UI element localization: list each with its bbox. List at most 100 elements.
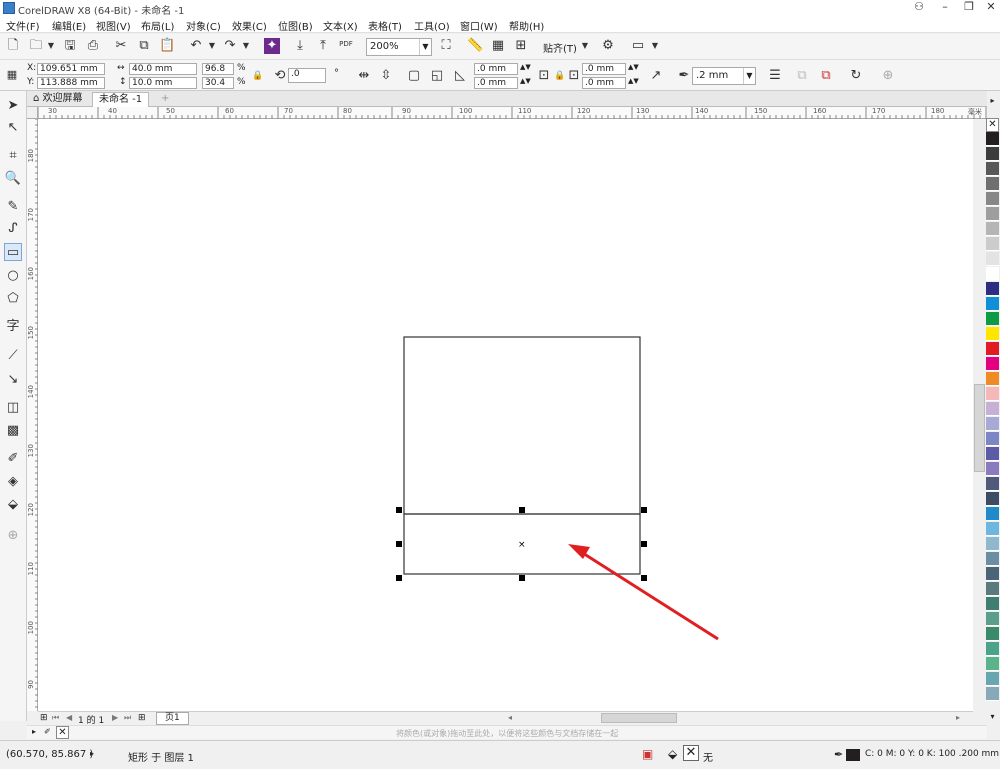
next-page-icon[interactable]: ▶ — [112, 713, 118, 722]
no-color-swatch[interactable]: ✕ — [986, 118, 999, 132]
save-icon[interactable]: 🖫 — [62, 38, 78, 54]
minimize-button[interactable]: – — [934, 0, 956, 14]
menu-object[interactable]: 对象(C) — [186, 18, 221, 33]
transparency-tool-icon[interactable]: ▩ — [4, 422, 22, 440]
mirror-horizontal-icon[interactable]: ⇹ — [356, 68, 372, 84]
color-swatch[interactable] — [986, 342, 999, 356]
corner-radius-top-right[interactable]: .0 mm — [582, 63, 626, 75]
color-swatch[interactable] — [986, 432, 999, 446]
selection-handle[interactable] — [519, 575, 525, 581]
paste-icon[interactable]: 📋 — [159, 38, 175, 54]
drawing-canvas[interactable]: × — [38, 119, 976, 711]
to-front-icon[interactable]: ⧉ — [794, 68, 810, 84]
selection-handle[interactable] — [641, 507, 647, 513]
menu-effects[interactable]: 效果(C) — [232, 18, 267, 33]
zoom-tool-icon[interactable]: 🔍 — [4, 170, 22, 188]
vertical-scroll-thumb[interactable] — [974, 384, 985, 472]
color-swatch[interactable] — [986, 552, 999, 566]
mirror-vertical-icon[interactable]: ⇳ — [378, 68, 394, 84]
selection-handle[interactable] — [641, 541, 647, 547]
chamfered-corner-icon[interactable]: ◺ — [452, 68, 468, 84]
selection-handle[interactable] — [519, 507, 525, 513]
spinner-icon[interactable]: ▲▼ — [520, 77, 531, 85]
add-icon[interactable]: ⊕ — [880, 68, 896, 84]
snap-to-menu[interactable]: 贴齐(T) — [543, 40, 577, 55]
menu-file[interactable]: 文件(F) — [6, 18, 40, 33]
scalloped-corner-icon[interactable]: ◱ — [429, 68, 445, 84]
add-tab-button[interactable]: + — [155, 92, 175, 107]
outline-color-swatch[interactable] — [846, 749, 860, 761]
vertical-ruler[interactable]: 180 170 160 150 140 130 120 110 100 90 — [27, 118, 38, 711]
fill-none-swatch[interactable]: ✕ — [683, 745, 699, 761]
scale-y-field[interactable]: 30.4 — [202, 77, 234, 89]
palette-flyout-icon[interactable]: ▸ — [32, 727, 36, 736]
menu-view[interactable]: 视图(V) — [96, 18, 131, 33]
color-swatch[interactable] — [986, 147, 999, 161]
menu-table[interactable]: 表格(T) — [368, 18, 402, 33]
tab-document[interactable]: 未命名 -1 — [92, 92, 150, 107]
polygon-tool-icon[interactable]: ⬠ — [4, 290, 22, 308]
search-content-icon[interactable]: ✦ — [264, 38, 280, 54]
no-color-swatch[interactable]: ✕ — [56, 726, 69, 739]
menu-edit[interactable]: 编辑(E) — [52, 18, 86, 33]
color-swatch[interactable] — [986, 582, 999, 596]
color-swatch[interactable] — [986, 132, 999, 146]
artistic-media-tool-icon[interactable]: ᔑ — [4, 220, 22, 238]
gear-icon[interactable]: ⚙ — [600, 38, 616, 54]
undo-dropdown-icon[interactable]: ▼ — [204, 38, 220, 54]
full-screen-icon[interactable]: ⛶ — [438, 38, 454, 54]
color-swatch[interactable] — [986, 507, 999, 521]
rotation-field[interactable]: .0 — [288, 68, 326, 83]
open-icon[interactable]: 🗀 — [28, 38, 44, 54]
color-swatch[interactable] — [986, 522, 999, 536]
redo-dropdown-icon[interactable]: ▼ — [238, 38, 254, 54]
eyedropper-tool-icon[interactable]: ✐ — [4, 450, 22, 468]
freehand-tool-icon[interactable]: ✎ — [4, 198, 22, 216]
menu-bitmaps[interactable]: 位图(B) — [278, 18, 313, 33]
spinner-icon[interactable]: ▲▼ — [520, 63, 531, 71]
smart-fill-tool-icon[interactable]: ⬙ — [4, 496, 22, 514]
color-swatch[interactable] — [986, 417, 999, 431]
color-proof-icon[interactable]: ▣ — [642, 747, 653, 761]
connector-tool-icon[interactable]: ↘ — [4, 371, 22, 389]
corner-radius-bottom-right[interactable]: .0 mm — [582, 77, 626, 89]
color-swatch[interactable] — [986, 492, 999, 506]
convert-to-curves-icon[interactable]: ↻ — [848, 68, 864, 84]
show-guidelines-icon[interactable]: ⊞ — [513, 38, 529, 54]
color-swatch[interactable] — [986, 567, 999, 581]
palette-scroll-down-icon[interactable]: ▾ — [986, 712, 999, 724]
fill-icon[interactable]: ⬙ — [668, 747, 677, 761]
new-document-icon[interactable]: 🗋 — [5, 38, 21, 54]
color-swatch[interactable] — [986, 642, 999, 656]
color-swatch[interactable] — [986, 402, 999, 416]
height-field[interactable]: 10.0 mm — [129, 77, 197, 89]
color-swatch[interactable] — [986, 672, 999, 686]
app-launcher-icon[interactable]: ▭ — [630, 38, 646, 54]
tab-welcome-screen[interactable]: ⌂ 欢迎屏幕 — [27, 92, 89, 107]
top-rectangle[interactable] — [403, 336, 641, 515]
menu-help[interactable]: 帮助(H) — [509, 18, 544, 33]
horizontal-scrollbar[interactable]: ▸ — [516, 711, 973, 725]
selection-handle[interactable] — [396, 575, 402, 581]
interactive-fill-tool-icon[interactable]: ◈ — [4, 473, 22, 491]
corner-radius-bottom-left[interactable]: .0 mm — [474, 77, 518, 89]
menu-text[interactable]: 文本(X) — [323, 18, 358, 33]
color-swatch[interactable] — [986, 162, 999, 176]
show-grid-icon[interactable]: ▦ — [490, 38, 506, 54]
snap-dropdown-icon[interactable]: ▼ — [577, 38, 593, 54]
add-page-icon[interactable]: ⊞ — [40, 713, 48, 723]
scroll-right-icon[interactable]: ▸ — [956, 713, 960, 722]
shape-tool-icon[interactable]: ↖ — [4, 119, 22, 137]
ellipse-tool-icon[interactable]: ○ — [4, 267, 22, 285]
page-tab[interactable]: 页1 — [156, 712, 189, 725]
selection-handle[interactable] — [396, 541, 402, 547]
ruler-origin[interactable] — [27, 107, 38, 119]
corner-radius-top-left[interactable]: .0 mm — [474, 63, 518, 75]
color-swatch[interactable] — [986, 252, 999, 266]
menu-tools[interactable]: 工具(O) — [414, 18, 450, 33]
first-page-icon[interactable]: ⏮ — [52, 713, 59, 723]
horizontal-ruler[interactable]: 30 40 50 60 70 80 90 100 110 120 130 140… — [37, 107, 987, 119]
color-swatch[interactable] — [986, 297, 999, 311]
outline-pen-icon[interactable]: ✒ — [834, 748, 843, 761]
color-swatch[interactable] — [986, 327, 999, 341]
